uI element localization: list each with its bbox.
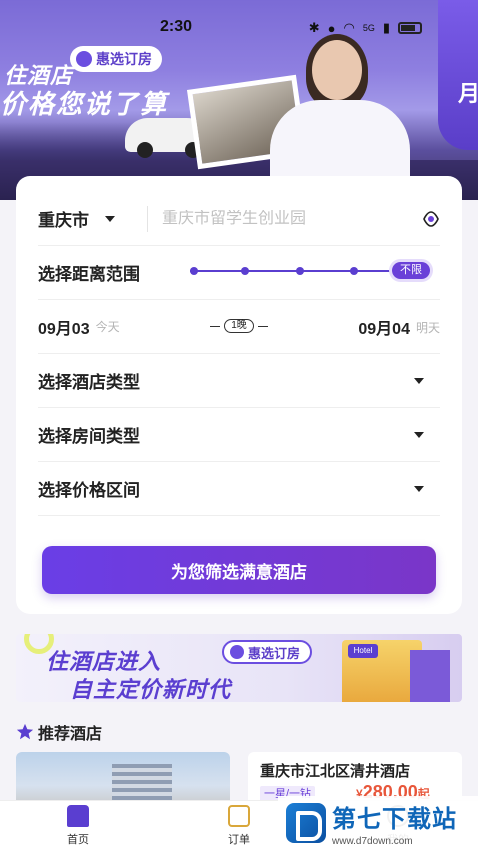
building-illustration — [410, 650, 450, 702]
watermark-logo-icon — [286, 803, 326, 843]
bluetooth-icon: ✱ — [308, 20, 320, 35]
destination-input[interactable] — [162, 209, 392, 228]
recommend-section-title: 推荐酒店 — [16, 720, 102, 744]
nights-indicator: 1晚 — [210, 319, 268, 333]
tab-home-label: 首页 — [67, 834, 89, 846]
location-icon: ● — [327, 20, 336, 36]
next-banner-text: 月 — [458, 81, 478, 106]
battery-icon — [398, 22, 422, 34]
tab-orders[interactable]: 订单 — [199, 805, 279, 847]
brand-name: 惠选订房 — [96, 51, 152, 67]
divider — [147, 205, 148, 232]
promo-line-2: 自主定价新时代 — [70, 677, 232, 702]
promo-brand-name: 惠选订房 — [248, 645, 301, 661]
checkout-date[interactable]: 09月04 — [358, 315, 410, 339]
chevron-down-icon[interactable] — [105, 215, 115, 222]
home-icon — [67, 805, 89, 827]
banner-headline-2: 价格您说了算 — [0, 89, 169, 119]
slider-stop[interactable] — [241, 267, 249, 275]
owl-logo-icon — [230, 645, 244, 659]
recommend-title: 推荐酒店 — [38, 726, 103, 743]
city-selector[interactable]: 重庆市 — [38, 206, 89, 231]
room-type-select[interactable]: 选择房间类型 — [38, 408, 440, 462]
status-time: 2:30 — [159, 18, 193, 35]
wifi-icon: ◠ — [343, 20, 355, 35]
checkin-sub: 今天 — [95, 320, 120, 334]
slider-stop[interactable] — [296, 267, 304, 275]
price-range-label: 选择价格区间 — [38, 481, 140, 500]
hotel-name: 重庆市江北区清井酒店 — [260, 763, 411, 780]
star-icon — [16, 723, 34, 740]
distance-row: 选择距离范围 不限 — [38, 246, 440, 300]
promo-brand-badge: 惠选订房 — [222, 640, 313, 664]
nights-count: 1晚 — [224, 319, 254, 333]
chevron-down-icon — [414, 378, 424, 384]
hotel-type-select[interactable]: 选择酒店类型 — [38, 354, 440, 408]
hotel-type-label: 选择酒店类型 — [38, 373, 140, 392]
distance-slider[interactable] — [190, 267, 400, 275]
tab-orders-label: 订单 — [228, 834, 250, 846]
brand-badge: 惠选订房 — [70, 46, 162, 72]
location-row: 重庆市 — [38, 192, 440, 246]
site-watermark: 第七下载站 www.d7down.com — [278, 796, 478, 850]
orders-icon — [228, 805, 250, 827]
filter-hotels-button[interactable]: 为您筛选满意酒店 — [42, 546, 436, 594]
hotel-search-card: 重庆市 选择距离范围 不限 09月03 今天 1晚 09月04 明天 — [16, 176, 462, 614]
promo-banner[interactable]: 住酒店进入 自主定价新时代 惠选订房 Hotel — [16, 634, 462, 702]
chevron-down-icon — [414, 432, 424, 438]
distance-value-badge[interactable]: 不限 — [392, 262, 430, 279]
watermark-name: 第七下载站 — [332, 806, 457, 833]
status-bar: 2:30 ✱ ● ◠ 5G ▮ — [0, 0, 478, 44]
chevron-down-icon — [414, 486, 424, 492]
room-type-label: 选择房间类型 — [38, 427, 140, 446]
date-row[interactable]: 09月03 今天 1晚 09月04 明天 — [38, 300, 440, 354]
locate-icon[interactable] — [422, 210, 440, 228]
slider-stop[interactable] — [190, 267, 198, 275]
distance-label: 选择距离范围 — [38, 265, 140, 284]
checkin-date[interactable]: 09月03 — [38, 315, 90, 339]
price-range-select[interactable]: 选择价格区间 — [38, 462, 440, 516]
slider-stop[interactable] — [350, 267, 358, 275]
tab-home[interactable]: 首页 — [38, 805, 118, 847]
owl-logo-icon — [76, 51, 92, 67]
network-label: 5G — [362, 23, 375, 33]
checkout-sub: 明天 — [415, 320, 440, 335]
signal-icon: ▮ — [382, 20, 390, 35]
hotel-sign: Hotel — [348, 644, 378, 658]
watermark-url: www.d7down.com — [332, 836, 413, 847]
